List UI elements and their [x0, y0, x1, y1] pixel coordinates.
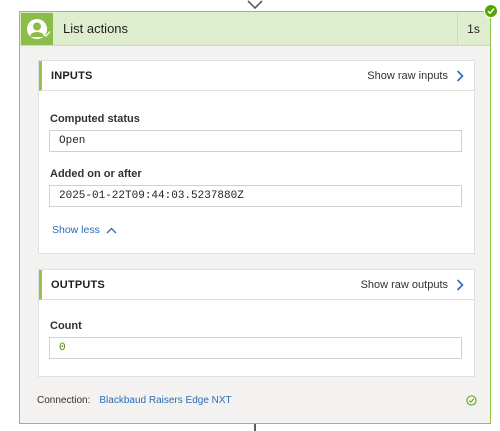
chevron-up-icon — [106, 227, 117, 233]
show-raw-outputs-label: Show raw outputs — [360, 278, 448, 291]
outputs-header: OUTPUTS Show raw outputs — [39, 270, 474, 300]
action-card: List actions 1s INPUTS Show raw inputs C… — [19, 4, 498, 424]
show-less-link[interactable]: Show less — [52, 224, 474, 236]
success-check-icon — [484, 4, 498, 18]
computed-status-label: Computed status — [50, 113, 140, 125]
chevron-right-icon — [456, 69, 464, 82]
show-raw-outputs-link[interactable]: Show raw outputs — [361, 279, 464, 291]
action-title: List actions — [63, 21, 129, 36]
flow-connector-line — [254, 424, 256, 431]
count-value: 0 — [49, 337, 462, 359]
inputs-header: INPUTS Show raw inputs — [39, 61, 474, 91]
flow-arrow-down-icon — [247, 0, 263, 10]
run-history-canvas: List actions 1s INPUTS Show raw inputs C… — [0, 0, 500, 431]
outputs-title: OUTPUTS — [51, 278, 105, 291]
connection-row: Connection: Blackbaud Raisers Edge NXT — [37, 395, 477, 406]
small-check-icon — [43, 25, 51, 43]
added-on-or-after-value: 2025-01-22T09:44:03.5237880Z — [49, 185, 462, 207]
action-header[interactable]: List actions 1s — [20, 4, 498, 46]
inputs-section: INPUTS Show raw inputs Computed status O… — [38, 60, 475, 254]
action-duration: 1s — [457, 12, 489, 45]
chevron-right-icon — [456, 278, 464, 291]
inputs-title: INPUTS — [51, 69, 93, 82]
count-label: Count — [50, 320, 82, 332]
outputs-section: OUTPUTS Show raw outputs Count 0 — [38, 269, 475, 377]
added-on-or-after-label: Added on or after — [50, 168, 142, 180]
show-less-label: Show less — [52, 224, 100, 236]
computed-status-value: Open — [49, 130, 462, 152]
show-raw-inputs-label: Show raw inputs — [367, 69, 448, 82]
connection-name-link[interactable]: Blackbaud Raisers Edge NXT — [99, 395, 466, 406]
check-circle-icon — [466, 395, 477, 406]
connection-label: Connection: — [37, 395, 91, 406]
blackbaud-connector-icon — [21, 12, 53, 45]
show-raw-inputs-link[interactable]: Show raw inputs — [367, 70, 464, 82]
